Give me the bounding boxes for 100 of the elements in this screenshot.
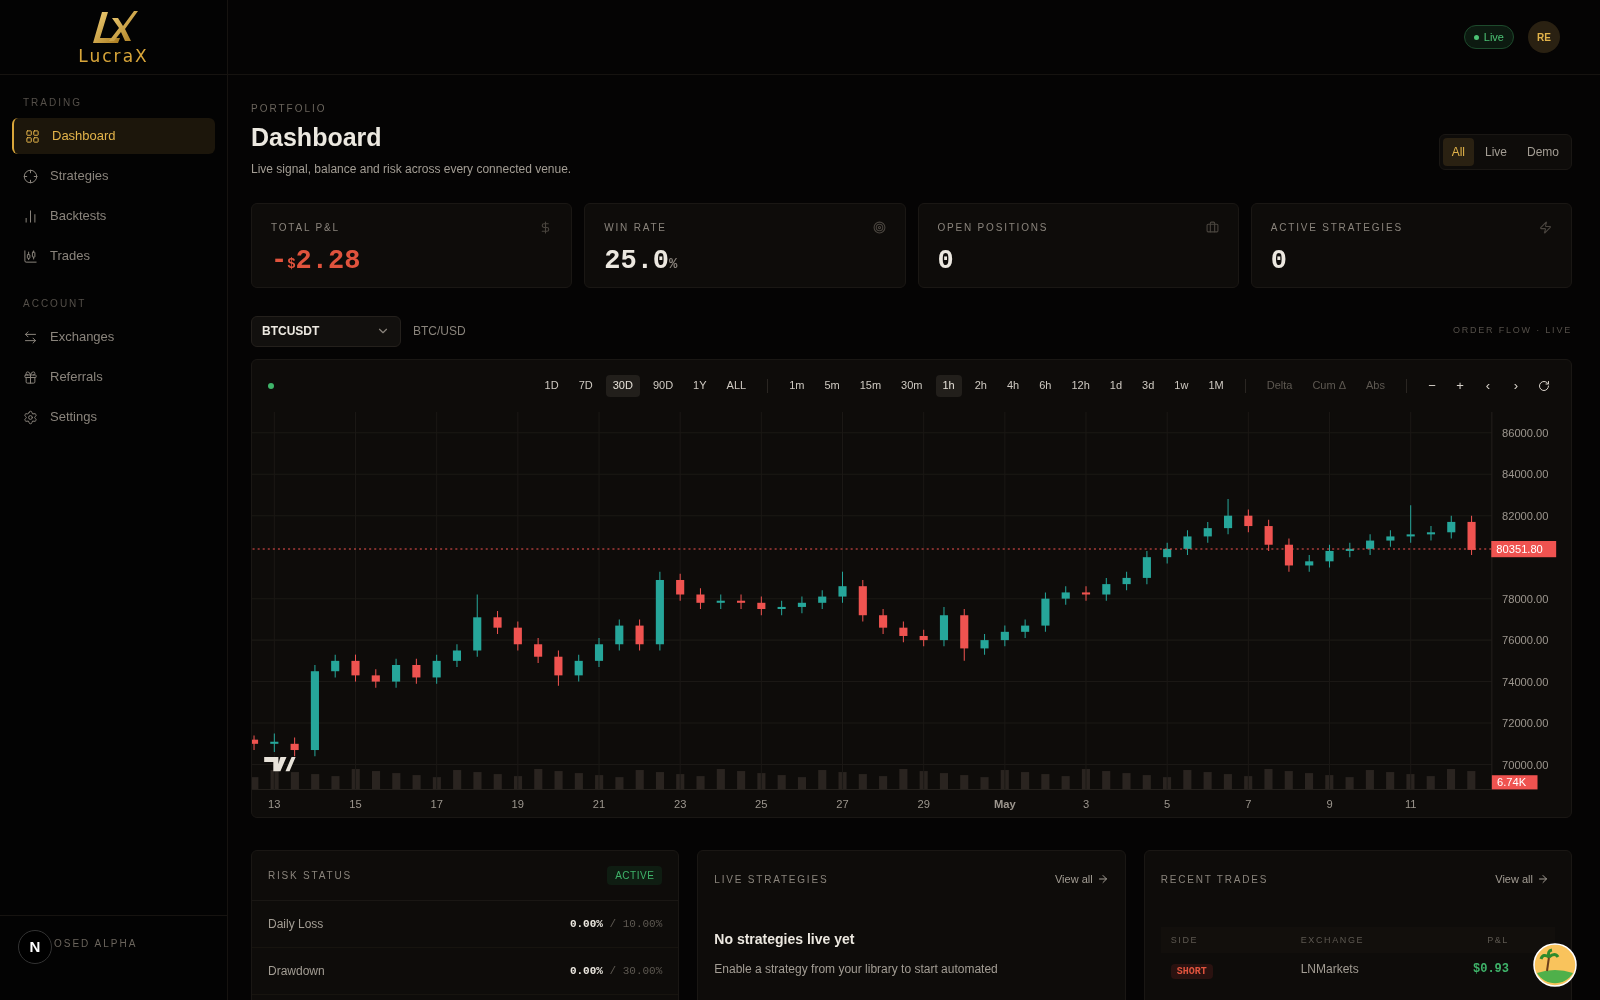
view-all-link[interactable]: View all	[1054, 871, 1109, 888]
candle	[696, 587, 705, 609]
interval-tab[interactable]: 1d	[1102, 374, 1130, 397]
candle	[757, 595, 766, 616]
interval-tab[interactable]: 6h	[1032, 374, 1059, 397]
interval-tab[interactable]: 12h	[1064, 374, 1097, 397]
mode-tab[interactable]: All	[1442, 138, 1474, 166]
range-tab[interactable]: 90D	[645, 374, 681, 397]
pnl-cell-text: $0.93	[1473, 961, 1509, 979]
range-tab[interactable]: 1D	[537, 374, 566, 397]
interval-tab[interactable]: 2h	[967, 374, 994, 397]
candle	[615, 618, 624, 651]
eyebrow: PORTFOLIO	[251, 102, 328, 116]
volume-tag: 6.74K	[1491, 774, 1538, 789]
chart-control[interactable]: +	[1449, 374, 1471, 397]
y-tick-label: 86000.00	[1502, 426, 1549, 439]
target-icon	[872, 220, 886, 234]
card-title: LIVE STRATEGIES	[714, 872, 829, 887]
candle	[1325, 543, 1334, 568]
bar-chart-icon	[23, 208, 38, 224]
candle	[939, 605, 949, 647]
candle	[1183, 529, 1192, 556]
candle	[331, 653, 340, 678]
gift-icon	[23, 369, 38, 385]
mode-tab[interactable]: Live	[1475, 138, 1516, 166]
candle	[1122, 570, 1131, 591]
interval-tab[interactable]: 3d	[1135, 374, 1162, 397]
kpi-label: TOTAL P&L	[271, 220, 340, 235]
chart-control[interactable]: ›	[1505, 374, 1527, 397]
column-header: EXCHANGE	[1300, 933, 1366, 947]
nav-item[interactable]: Settings	[12, 399, 215, 435]
candle	[371, 668, 380, 688]
candlestick-icon	[23, 248, 38, 264]
chart-control[interactable]: −	[1421, 374, 1443, 397]
empty-text: Enable a strategy from your library to start automated	[714, 961, 999, 979]
interval-tab[interactable]: 5m	[817, 374, 847, 397]
settings-icon	[23, 409, 38, 425]
kpi-value: -$2.28	[271, 244, 362, 278]
brand-name: LucraX	[78, 47, 149, 65]
interval-tab[interactable]: 15m	[852, 374, 889, 397]
symbol-select[interactable]: BTCUSDT	[251, 315, 401, 347]
candle	[252, 734, 259, 751]
price-tag: 80351.80	[1491, 541, 1557, 558]
interval-tab[interactable]: 1h	[935, 374, 962, 397]
mode-tab[interactable]: Demo	[1518, 138, 1568, 166]
kpi-label: WIN RATE	[604, 220, 667, 235]
candle	[1264, 518, 1273, 551]
risk-value: 0.00% / 10.00%	[569, 917, 663, 933]
interval-tab[interactable]: 1m	[782, 374, 812, 397]
nav-item[interactable]: Strategies	[12, 158, 215, 194]
y-tick-label: 78000.00	[1502, 592, 1549, 605]
range-tab[interactable]: 1Y	[686, 374, 714, 397]
candle	[1000, 624, 1009, 647]
beach-avatar-icon	[1533, 943, 1577, 988]
x-tick-label: 13	[268, 797, 281, 810]
interval-tab[interactable]: 1M	[1201, 374, 1231, 397]
interval-tab[interactable]: 30m	[894, 374, 930, 397]
candle	[1041, 591, 1050, 632]
candle	[1081, 585, 1091, 601]
user-avatar[interactable]: RE	[1528, 21, 1560, 53]
nav-item[interactable]: Dashboard	[12, 118, 215, 154]
y-tick-label: 70000.00	[1502, 758, 1549, 771]
view-all-link[interactable]: View all	[1495, 871, 1549, 888]
candle	[1203, 520, 1212, 543]
candle	[1305, 554, 1314, 572]
x-tick-label: 25	[755, 797, 768, 810]
nav-item[interactable]: Referrals	[12, 359, 215, 395]
page-title: Dashboard	[251, 122, 383, 153]
tradingview-logo-icon	[264, 756, 296, 771]
candle	[635, 618, 644, 651]
candle	[513, 620, 522, 651]
nav-item[interactable]: Trades	[12, 238, 215, 274]
candle	[493, 610, 502, 634]
risk-label: Daily Loss	[268, 916, 324, 934]
y-tick-label: 84000.00	[1502, 467, 1549, 480]
column-header: P&L	[1487, 933, 1509, 947]
pair-label: BTC/USD	[413, 323, 466, 340]
footer-label: OSED ALPHA	[54, 937, 138, 951]
candle	[1426, 525, 1436, 541]
interval-tab[interactable]: 1w	[1167, 374, 1196, 397]
candle	[1163, 541, 1172, 564]
chart-control[interactable]: ‹	[1477, 374, 1499, 397]
range-tab[interactable]: 30D	[605, 374, 640, 397]
nav-item[interactable]: Backtests	[12, 198, 215, 234]
range-tab[interactable]: ALL	[719, 374, 754, 397]
x-tick-label: 11	[1404, 797, 1417, 810]
x-tick-label: 3	[1082, 797, 1090, 810]
nav-item[interactable]: Exchanges	[12, 319, 215, 355]
candle	[594, 637, 604, 668]
x-tick-label: 17	[430, 797, 443, 810]
crosshair-icon	[23, 168, 38, 184]
arrows-icon	[23, 329, 38, 345]
kpi-label: ACTIVE STRATEGIES	[1270, 220, 1403, 235]
interval-tab[interactable]: 4h	[1000, 374, 1027, 397]
card-title: RECENT TRADES	[1160, 872, 1269, 887]
dev-badge[interactable]: N	[18, 930, 52, 964]
range-tab[interactable]: 7D	[571, 374, 600, 397]
section-title: TRADING	[22, 96, 83, 110]
table-cell-text: LNMarkets	[1300, 961, 1360, 979]
candle	[1406, 504, 1415, 543]
